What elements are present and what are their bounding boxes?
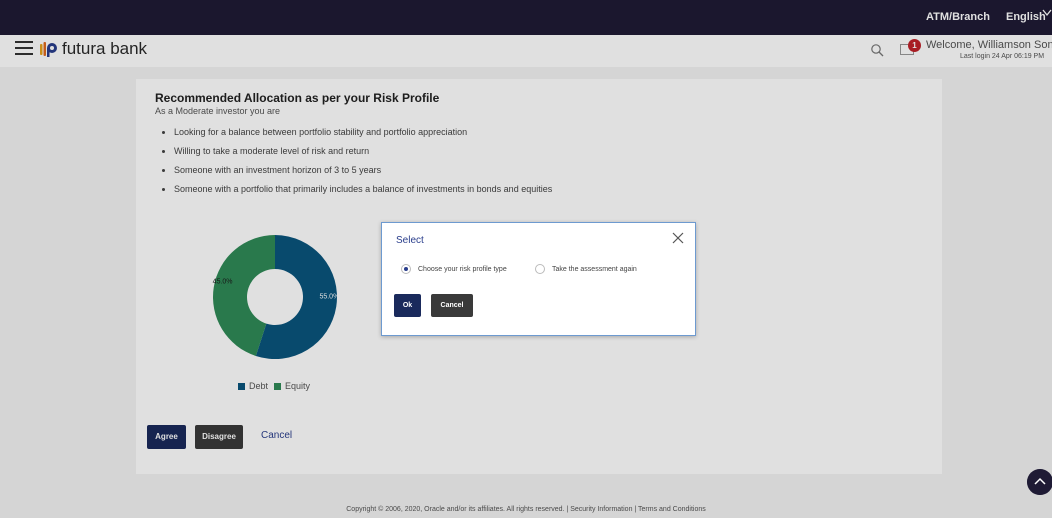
ok-button[interactable]: Ok <box>394 294 421 317</box>
radio-label: Choose your risk profile type <box>418 265 507 273</box>
select-dialog: Select Choose your risk profile type Tak… <box>381 222 696 336</box>
radio-label: Take the assessment again <box>552 265 637 273</box>
radio-choose-risk-profile[interactable]: Choose your risk profile type <box>401 264 507 274</box>
radio-take-assessment[interactable]: Take the assessment again <box>535 264 637 274</box>
scroll-to-top-button[interactable] <box>1027 469 1052 495</box>
radio-unselected-icon[interactable] <box>535 264 545 274</box>
radio-selected-icon[interactable] <box>401 264 411 274</box>
dialog-cancel-button[interactable]: Cancel <box>431 294 473 317</box>
close-icon[interactable] <box>671 231 685 245</box>
dialog-title: Select <box>396 235 424 246</box>
